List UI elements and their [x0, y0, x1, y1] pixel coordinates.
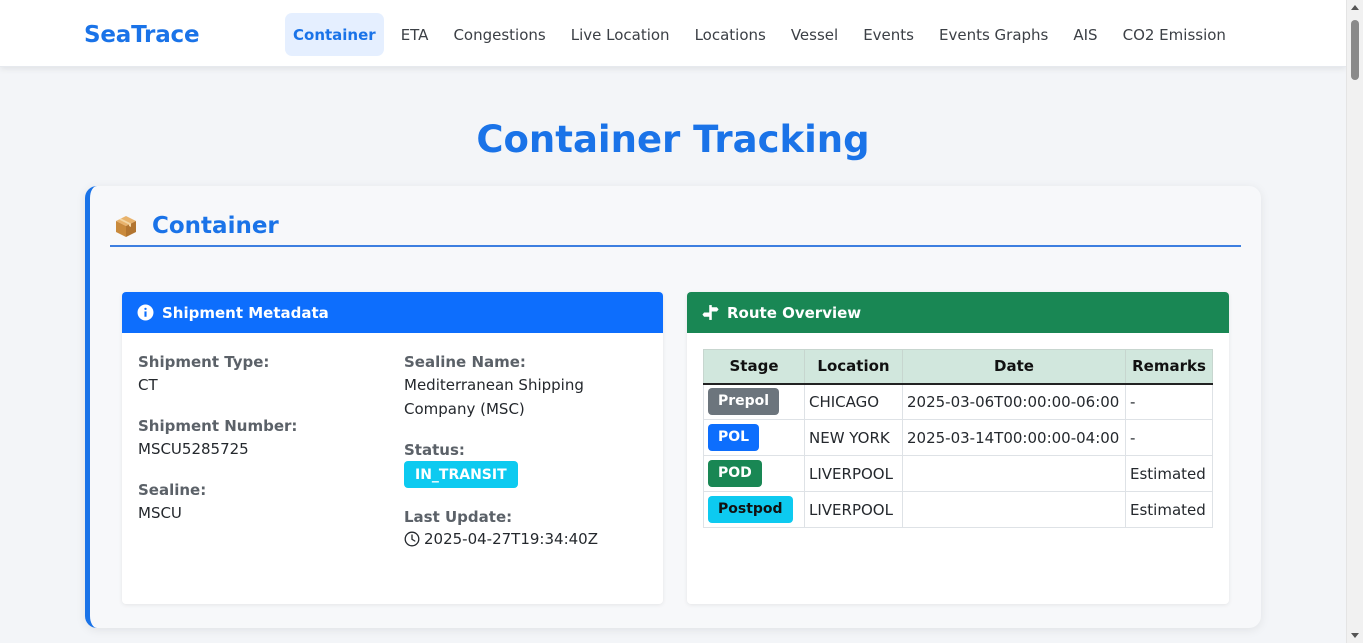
nav-menu: Container ETA Congestions Live Location … [285, 13, 1243, 56]
status-badge: IN_TRANSIT [404, 461, 518, 488]
top-navbar: SeaTrace Container ETA Congestions Live … [0, 0, 1346, 67]
remarks-cell: Estimated [1125, 455, 1213, 492]
stage-cell: POL [703, 419, 805, 456]
section-divider [110, 245, 1241, 247]
stage-badge-postpod: Postpod [708, 496, 793, 523]
date-cell [902, 455, 1126, 492]
nav-item-co2-emission[interactable]: CO2 Emission [1115, 13, 1234, 56]
section-header: Container [114, 206, 279, 246]
shipment-metadata-title: Shipment Metadata [162, 303, 329, 322]
date-cell [902, 491, 1126, 528]
last-update-text: 2025-04-27T19:34:40Z [424, 530, 598, 548]
signpost-icon [702, 305, 719, 320]
nav-item-container[interactable]: Container [285, 13, 384, 56]
scroll-down-icon[interactable] [1351, 633, 1359, 638]
route-overview-header: Route Overview [687, 292, 1229, 333]
nav-item-locations[interactable]: Locations [687, 13, 774, 56]
page-scrollbar[interactable] [1346, 0, 1363, 643]
table-row: Postpod LIVERPOOL Estimated [703, 491, 1213, 528]
route-overview-panel: Route Overview Stage Location Date Remar… [687, 292, 1229, 604]
nav-item-vessel[interactable]: Vessel [783, 13, 846, 56]
scroll-thumb[interactable] [1351, 20, 1359, 80]
status-label: Status: [404, 441, 465, 459]
info-circle-icon [137, 304, 154, 321]
clock-icon [404, 531, 420, 547]
last-update-value: 2025-04-27T19:34:40Z [404, 530, 598, 548]
section-title: Container [152, 213, 279, 239]
stage-cell: Prepol [703, 383, 805, 420]
route-table: Stage Location Date Remarks Prepol CHICA… [703, 349, 1213, 528]
nav-item-events[interactable]: Events [855, 13, 922, 56]
sealine-name-value: Mediterranean Shipping Company (MSC) [404, 376, 584, 418]
shipment-metadata-panel: Shipment Metadata Shipment Type: CT Ship… [122, 292, 663, 604]
sealine-name-label: Sealine Name: [404, 353, 526, 371]
location-cell: NEW YORK [804, 419, 903, 456]
shipment-type-label: Shipment Type: [138, 353, 270, 371]
date-cell: 2025-03-14T00:00:00-04:00 [902, 419, 1126, 456]
location-cell: LIVERPOOL [804, 491, 903, 528]
shipment-number-label: Shipment Number: [138, 417, 298, 435]
container-section-card: Container Shipment Metadata Shipment Typ… [85, 186, 1261, 628]
date-cell: 2025-03-06T00:00:00-06:00 [902, 383, 1126, 420]
stage-badge-pol: POL [708, 424, 760, 451]
shipment-type-value: CT [138, 376, 158, 394]
page-title: Container Tracking [476, 118, 870, 161]
stage-badge-pod: POD [708, 460, 762, 487]
location-cell: LIVERPOOL [804, 455, 903, 492]
sealine-label: Sealine: [138, 481, 207, 499]
column-header-location[interactable]: Location [804, 349, 903, 385]
sealine-value: MSCU [138, 504, 182, 522]
remarks-cell: - [1125, 419, 1213, 456]
package-box-icon [116, 216, 136, 237]
remarks-cell: - [1125, 383, 1213, 420]
nav-item-eta[interactable]: ETA [393, 13, 437, 56]
nav-item-events-graphs[interactable]: Events Graphs [931, 13, 1056, 56]
stage-cell: Postpod [703, 491, 805, 528]
remarks-cell: Estimated [1125, 491, 1213, 528]
nav-item-ais[interactable]: AIS [1065, 13, 1105, 56]
route-overview-title: Route Overview [727, 303, 862, 322]
shipment-number-value: MSCU5285725 [138, 440, 249, 458]
nav-item-live-location[interactable]: Live Location [563, 13, 678, 56]
last-update-label: Last Update: [404, 508, 513, 526]
table-row: POD LIVERPOOL Estimated [703, 455, 1213, 492]
stage-cell: POD [703, 455, 805, 492]
table-row: Prepol CHICAGO 2025-03-06T00:00:00-06:00… [703, 383, 1213, 420]
column-header-remarks[interactable]: Remarks [1125, 349, 1213, 385]
column-header-date[interactable]: Date [902, 349, 1126, 385]
shipment-metadata-header: Shipment Metadata [122, 292, 663, 333]
column-header-stage[interactable]: Stage [703, 349, 805, 385]
table-row: POL NEW YORK 2025-03-14T00:00:00-04:00 - [703, 419, 1213, 456]
route-table-header-row: Stage Location Date Remarks [703, 349, 1213, 385]
location-cell: CHICAGO [804, 383, 903, 420]
scroll-up-icon[interactable] [1351, 5, 1359, 10]
nav-item-congestions[interactable]: Congestions [445, 13, 553, 56]
stage-badge-prepol: Prepol [708, 388, 780, 416]
brand-logo[interactable]: SeaTrace [84, 22, 200, 48]
